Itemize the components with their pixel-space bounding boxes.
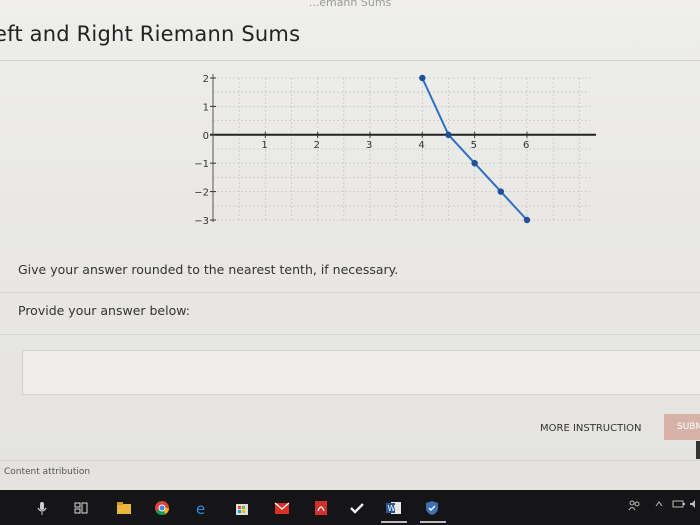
taskbar: e W <box>0 490 700 525</box>
microphone-icon[interactable] <box>34 500 50 516</box>
x-tick-label: 6 <box>523 140 529 151</box>
checkmark-app-icon[interactable] <box>349 500 365 516</box>
divider <box>0 334 700 335</box>
data-point <box>471 160 478 167</box>
battery-icon <box>672 499 686 512</box>
page-title: eft and Right Riemann Sums <box>0 22 301 46</box>
gmail-icon[interactable] <box>274 500 290 516</box>
y-tick-label: −2 <box>194 188 209 199</box>
y-tick-label: −3 <box>194 216 209 227</box>
security-app-icon[interactable] <box>424 500 440 516</box>
footer-divider <box>0 460 700 461</box>
x-tick-label: 1 <box>261 140 267 151</box>
y-tick-label: 0 <box>203 131 209 142</box>
title-divider <box>0 60 700 61</box>
tray-chevron-icon[interactable] <box>654 499 664 512</box>
people-icon[interactable] <box>628 499 640 514</box>
data-point <box>419 74 426 82</box>
volume-icon[interactable] <box>689 499 700 512</box>
word-icon[interactable]: W <box>385 500 401 516</box>
question-text: Give your answer rounded to the nearest … <box>18 262 399 277</box>
store-icon[interactable] <box>234 500 250 516</box>
top-title-fragment: ...emann Sums <box>0 0 700 12</box>
screen: ...emann Sums eft and Right Riemann Sums… <box>0 0 700 525</box>
y-tick-label: 2 <box>203 74 209 85</box>
answer-input[interactable] <box>22 350 700 395</box>
active-app-indicator <box>420 521 446 523</box>
edge-icon[interactable]: e <box>194 500 210 516</box>
chrome-icon[interactable] <box>154 500 170 516</box>
y-tick-label: −1 <box>194 159 209 170</box>
data-point <box>445 131 452 138</box>
divider <box>0 292 700 293</box>
svg-text:W: W <box>388 504 396 513</box>
content-attribution-link[interactable]: Content attribution <box>4 467 90 477</box>
panel-edge <box>696 441 700 459</box>
x-tick-label: 4 <box>418 140 424 151</box>
task-view-icon[interactable] <box>73 500 89 516</box>
data-point <box>523 216 531 224</box>
svg-text:e: e <box>196 500 205 516</box>
submit-button[interactable]: SUBM <box>664 414 700 440</box>
file-explorer-icon[interactable] <box>116 500 132 516</box>
acrobat-icon[interactable] <box>313 500 329 516</box>
more-instruction-button[interactable]: MORE INSTRUCTION <box>530 417 648 441</box>
y-tick-label: 1 <box>203 102 209 113</box>
x-tick-label: 3 <box>366 140 372 151</box>
graph-container: 1 2 3 4 5 6 2 1 0 −1 −2 −3 <box>190 68 600 230</box>
function-graph: 1 2 3 4 5 6 2 1 0 −1 −2 −3 <box>194 74 596 227</box>
x-tick-label: 2 <box>314 140 320 151</box>
data-point <box>497 188 505 195</box>
active-app-indicator <box>381 521 407 523</box>
answer-label: Provide your answer below: <box>18 303 190 318</box>
x-tick-label: 5 <box>471 140 477 151</box>
